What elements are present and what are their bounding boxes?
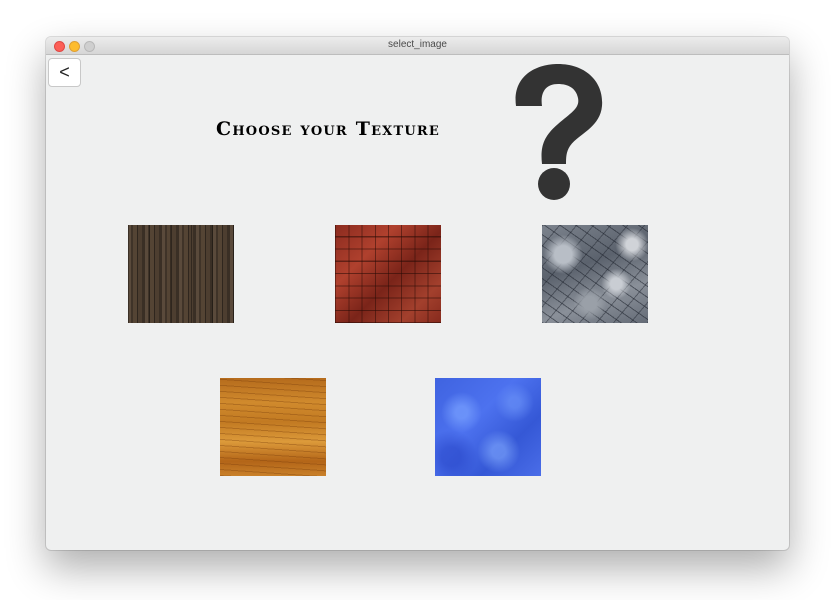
app-window: select_image < Choose your Texture [46, 37, 789, 550]
question-mark-icon [515, 64, 603, 200]
texture-tile-light-wood[interactable] [220, 378, 326, 476]
texture-tile-stone[interactable] [542, 225, 648, 323]
back-button[interactable]: < [48, 58, 81, 87]
texture-tile-blue-marble[interactable] [435, 378, 541, 476]
title-bar: select_image [46, 37, 789, 55]
texture-tile-red-brick[interactable] [335, 225, 441, 323]
page-title: Choose your Texture [216, 118, 440, 140]
texture-tile-dark-wood[interactable] [128, 225, 234, 323]
main-content: < Choose your Texture [46, 55, 789, 550]
window-title: select_image [388, 39, 447, 50]
